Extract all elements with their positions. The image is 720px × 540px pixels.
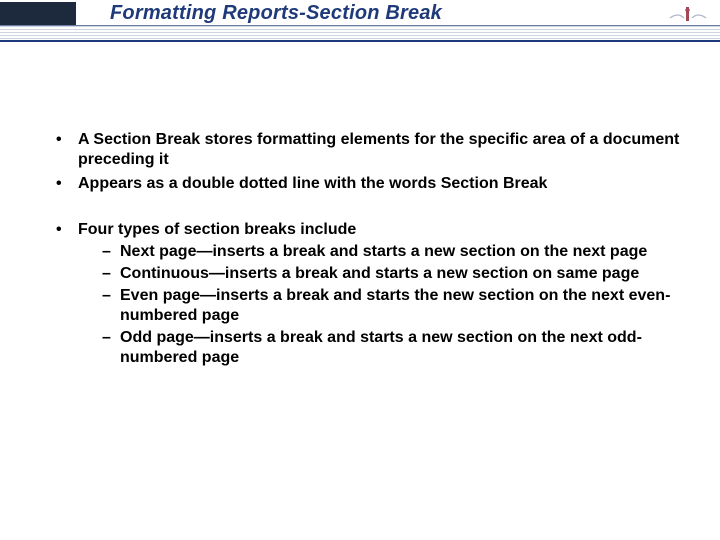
logo-mark-icon — [668, 6, 708, 22]
slide-header: Formatting Reports-Section Break — [0, 0, 720, 46]
header-stripes — [0, 26, 720, 40]
header-accent-block — [0, 2, 76, 26]
header-rule-bottom — [0, 40, 720, 42]
sub-bullet-item: Continuous—inserts a break and starts a … — [100, 264, 680, 284]
bullet-group-1: A Section Break stores formatting elemen… — [50, 130, 680, 194]
slide-title: Formatting Reports-Section Break — [110, 2, 442, 25]
bullet-item: A Section Break stores formatting elemen… — [50, 130, 680, 170]
sub-bullet-item: Next page—inserts a break and starts a n… — [100, 242, 680, 262]
bullet-item: Appears as a double dotted line with the… — [50, 174, 680, 194]
sub-bullet-item: Even page—inserts a break and starts the… — [100, 286, 680, 326]
brand-logo — [668, 2, 708, 26]
bullet-lead-text: Four types of section breaks include — [78, 221, 356, 238]
sub-bullet-list: Next page—inserts a break and starts a n… — [78, 242, 680, 368]
slide-body: A Section Break stores formatting elemen… — [50, 130, 680, 394]
bullet-group-2: Four types of section breaks include Nex… — [50, 220, 680, 368]
sub-bullet-item: Odd page—inserts a break and starts a ne… — [100, 328, 680, 368]
slide: Formatting Reports-Section Break A Secti… — [0, 0, 720, 540]
bullet-item: Four types of section breaks include Nex… — [50, 220, 680, 368]
